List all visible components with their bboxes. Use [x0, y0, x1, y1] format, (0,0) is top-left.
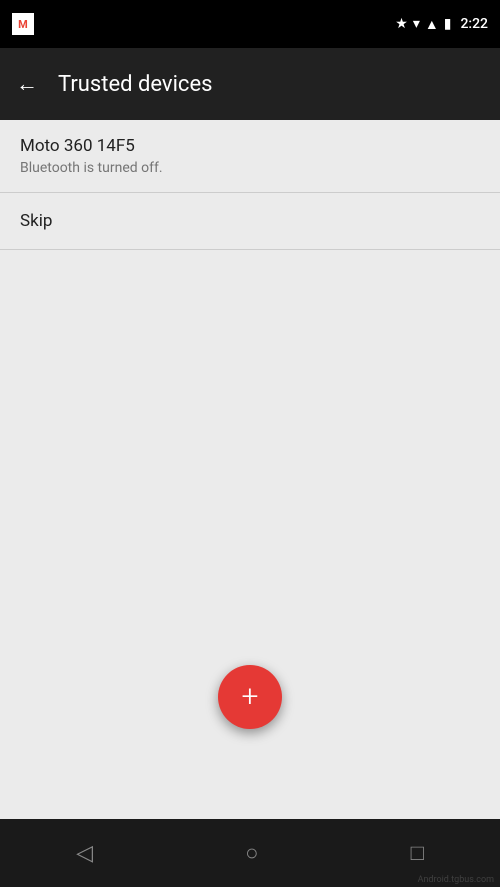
divider-2 [0, 249, 500, 250]
device-status: Bluetooth is turned off. [20, 160, 480, 176]
add-device-fab[interactable]: + [218, 665, 282, 729]
gmail-icon: M [12, 13, 34, 35]
device-list-item[interactable]: Moto 360 14F5 Bluetooth is turned off. [0, 120, 500, 192]
add-icon: + [242, 682, 259, 712]
star-icon: ★ [395, 16, 408, 32]
status-bar: M ★ ▾ ▲ ▮ 2:22 [0, 0, 500, 48]
back-button[interactable]: ← [16, 71, 38, 97]
status-bar-right: ★ ▾ ▲ ▮ 2:22 [395, 16, 488, 33]
time-display: 2:22 [460, 16, 488, 32]
watermark: Android.tgbus.com [418, 875, 494, 885]
device-name: Moto 360 14F5 [20, 136, 480, 156]
signal-icon: ▲ [425, 16, 439, 33]
skip-item[interactable]: Skip [0, 193, 500, 249]
wifi-icon: ▾ [413, 16, 420, 32]
skip-label: Skip [20, 211, 480, 231]
nav-back-icon[interactable]: ◁ [66, 831, 103, 876]
main-content: Moto 360 14F5 Bluetooth is turned off. S… [0, 120, 500, 819]
nav-recent-icon[interactable]: □ [401, 830, 434, 876]
battery-icon: ▮ [444, 16, 452, 32]
status-bar-left: M [12, 13, 34, 35]
nav-home-icon[interactable]: ○ [235, 830, 268, 876]
app-bar: ← Trusted devices [0, 48, 500, 120]
page-title: Trusted devices [58, 72, 212, 97]
